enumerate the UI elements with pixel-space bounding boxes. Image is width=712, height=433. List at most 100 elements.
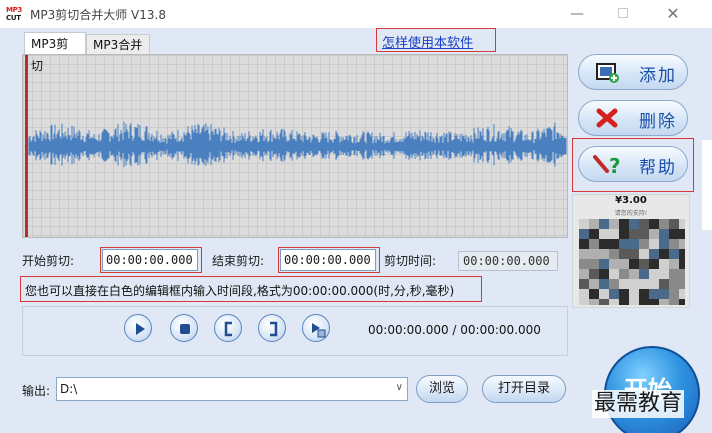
delete-button[interactable]: 删除 — [578, 100, 688, 136]
play-selection-button[interactable] — [302, 314, 330, 342]
mark-end-button[interactable] — [258, 314, 286, 342]
qr-cell — [659, 259, 669, 269]
qr-cell — [629, 269, 639, 279]
qr-cell — [679, 249, 685, 259]
minimize-button[interactable]: — — [562, 4, 592, 24]
play-selection-icon — [312, 323, 326, 338]
qr-cell — [679, 289, 685, 299]
qr-cell — [649, 269, 659, 279]
qr-cell — [609, 259, 619, 269]
delete-button-label: 删除 — [639, 112, 677, 132]
qr-cell — [589, 259, 599, 269]
qr-cell — [649, 219, 659, 229]
qr-cell — [589, 229, 599, 239]
qr-cell — [679, 259, 685, 269]
format-hint-text: 您也可以直接在白色的编辑框内输入时间段,格式为00:00:00.000(时,分,… — [25, 284, 455, 298]
qr-cell — [589, 279, 599, 289]
output-path-value: D:\ — [60, 382, 78, 396]
cut-duration-label: 剪切时间: — [384, 254, 437, 268]
how-to-use-link[interactable]: 怎样使用本软件 — [382, 32, 473, 51]
qr-cell — [659, 289, 669, 299]
start-time-input[interactable]: 00:00:00.000 — [102, 249, 198, 271]
qr-cell — [599, 219, 609, 229]
maximize-button[interactable] — [608, 4, 638, 24]
qr-cell — [599, 279, 609, 289]
bracket-right-icon — [270, 321, 278, 337]
donate-price: ¥3.00 — [615, 195, 647, 206]
tab-mp3-merge[interactable]: MP3合并 — [86, 34, 150, 54]
qr-cell — [669, 219, 679, 229]
qr-cell — [599, 289, 609, 299]
qr-cell — [649, 239, 659, 249]
qr-cell — [649, 299, 659, 305]
qr-cell — [619, 219, 629, 229]
qr-cell — [659, 269, 669, 279]
qr-cell — [639, 249, 649, 259]
output-path-select[interactable]: D:\ ∨ — [56, 377, 408, 401]
title-bar: MP3 CUT MP3剪切合并大师 V13.8 — ✕ — [0, 0, 712, 28]
qr-cell — [669, 249, 679, 259]
mark-start-button[interactable] — [214, 314, 242, 342]
qr-cell — [589, 219, 599, 229]
qr-cell — [609, 229, 619, 239]
window-title: MP3剪切合并大师 V13.8 — [30, 8, 166, 22]
film-add-icon — [596, 63, 619, 83]
qr-cell — [659, 229, 669, 239]
cut-duration-value: 00:00:00.000 — [458, 251, 558, 271]
close-button[interactable]: ✕ — [658, 4, 688, 24]
qr-cell — [659, 239, 669, 249]
qr-cell — [679, 299, 685, 305]
qr-cell — [629, 299, 639, 305]
browse-button[interactable]: 浏览 — [416, 375, 468, 403]
watermark-text: 最需教育 — [592, 390, 685, 418]
qr-cell — [659, 299, 669, 305]
qr-cell — [649, 249, 659, 259]
play-icon — [136, 323, 145, 335]
qr-cell — [609, 239, 619, 249]
waveform-panel[interactable] — [22, 54, 568, 238]
playback-time-display: 00:00:00.000 / 00:00:00.000 — [368, 323, 541, 337]
end-time-input[interactable]: 00:00:00.000 — [280, 249, 376, 271]
qr-cell — [669, 229, 679, 239]
donate-qr-panel: ¥3.00 请您的支持! — [572, 194, 690, 308]
qr-cell — [599, 299, 609, 305]
qr-cell — [669, 279, 679, 289]
qr-cell — [609, 219, 619, 229]
maximize-icon — [618, 8, 628, 18]
tab-mp3-cut[interactable]: MP3剪切 — [24, 32, 86, 73]
delete-x-icon — [596, 108, 618, 128]
qr-cell — [609, 289, 619, 299]
qr-cell — [599, 269, 609, 279]
qr-cell — [579, 289, 589, 299]
qr-cell — [639, 269, 649, 279]
qr-cell — [669, 269, 679, 279]
help-button-label: 帮助 — [639, 158, 677, 178]
qr-cell — [579, 249, 589, 259]
qr-cell — [589, 289, 599, 299]
chevron-down-icon[interactable]: ∨ — [396, 382, 403, 393]
qr-cell — [579, 239, 589, 249]
qr-cell — [579, 299, 589, 305]
qr-cell — [609, 299, 619, 305]
qr-cell — [639, 289, 649, 299]
bracket-left-icon — [224, 321, 232, 337]
qr-cell — [639, 219, 649, 229]
play-button[interactable] — [124, 314, 152, 342]
qr-cell — [639, 239, 649, 249]
qr-cell — [619, 269, 629, 279]
qr-cell — [649, 279, 659, 289]
qr-cell — [579, 279, 589, 289]
qr-cell — [589, 269, 599, 279]
stop-button[interactable] — [170, 314, 198, 342]
qr-cell — [609, 269, 619, 279]
qr-cell — [609, 279, 619, 289]
qr-cell — [629, 229, 639, 239]
help-button[interactable]: ? 帮助 — [578, 146, 688, 182]
add-button[interactable]: 添加 — [578, 54, 688, 90]
qr-cell — [669, 259, 679, 269]
open-directory-button[interactable]: 打开目录 — [482, 375, 566, 403]
playhead-marker[interactable] — [25, 55, 28, 237]
qr-cell — [619, 279, 629, 289]
qr-cell — [649, 289, 659, 299]
qr-cell — [619, 299, 629, 305]
